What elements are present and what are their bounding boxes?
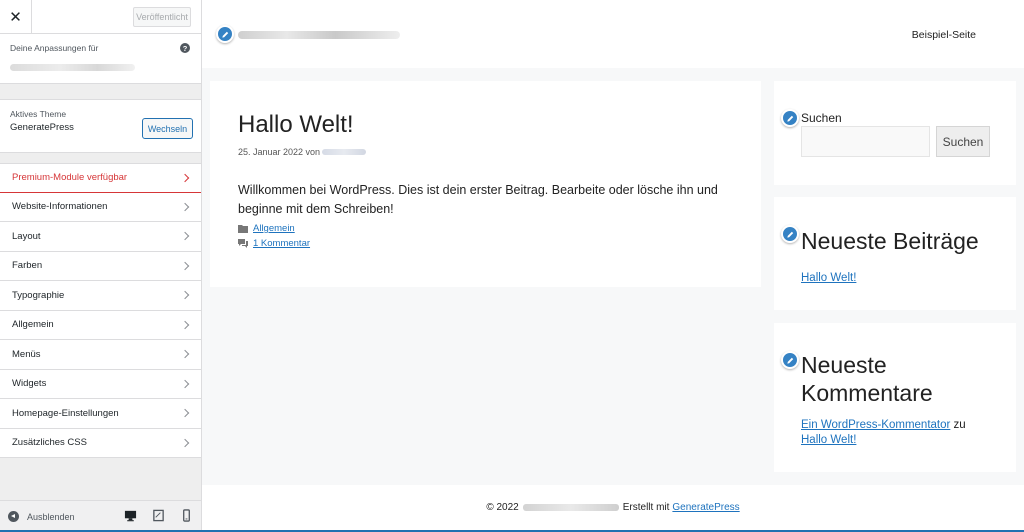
post-content: Willkommen bei WordPress. Dies ist dein …	[238, 183, 718, 216]
menu-item-site-identity[interactable]: Website-Informationen	[0, 192, 201, 222]
menu-item-additional-css[interactable]: Zusätzliches CSS	[0, 428, 201, 458]
post-comments: 1 Kommentar	[238, 238, 733, 249]
menu-item-label: Premium-Module verfügbar	[12, 172, 128, 184]
chevron-right-icon	[180, 379, 190, 388]
redacted-site-name	[522, 504, 619, 511]
nav-link-sample-page[interactable]: Beispiel-Seite	[912, 29, 976, 41]
desktop-preview-icon[interactable]	[117, 504, 143, 526]
menu-item-label: Widgets	[12, 378, 47, 390]
menu-item-layout[interactable]: Layout	[0, 222, 201, 252]
site-preview: Beispiel-Seite Hallo Welt! 25. Januar 20…	[202, 0, 1024, 532]
menu-item-menus[interactable]: Menüs	[0, 340, 201, 370]
menu-item-label: Farben	[12, 260, 43, 272]
comment-author-link[interactable]: Ein WordPress-Kommentator	[801, 419, 950, 431]
menu-item-label: Menüs	[12, 348, 41, 360]
chevron-right-icon	[180, 438, 190, 447]
collapse-button[interactable]: Ausblenden	[27, 512, 75, 522]
menu-item-typography[interactable]: Typographie	[0, 281, 201, 311]
menu-item-general[interactable]: Allgemein	[0, 310, 201, 340]
redacted-author	[322, 149, 367, 155]
switch-theme-button[interactable]: Wechseln	[142, 118, 193, 139]
customizer-sidebar: ✕ Veröffentlicht Deine Anpassungen für ?…	[0, 0, 202, 532]
menu-item-label: Typographie	[12, 289, 65, 301]
recent-posts-title: Neueste Beiträge	[801, 228, 979, 254]
category-link[interactable]: Allgemein	[253, 223, 295, 234]
copyright-text: © 2022	[486, 502, 519, 513]
chevron-right-icon	[180, 173, 190, 182]
comment-post-link[interactable]: Hallo Welt!	[801, 434, 856, 446]
edit-site-title-icon[interactable]	[216, 25, 234, 43]
publish-button[interactable]: Veröffentlicht	[133, 7, 191, 27]
menu-item-colors[interactable]: Farben	[0, 251, 201, 281]
post-meta: 25. Januar 2022 von	[238, 147, 733, 157]
menu-item-label: Zusätzliches CSS	[12, 437, 87, 449]
post-title[interactable]: Hallo Welt!	[238, 111, 733, 139]
customizing-info: Deine Anpassungen für ?	[0, 34, 201, 84]
site-header: Beispiel-Seite	[202, 0, 1024, 68]
recent-posts-widget: Neueste Beiträge Hallo Welt!	[774, 197, 1016, 310]
edit-widget-icon[interactable]	[781, 351, 799, 369]
redacted-site-title	[238, 31, 400, 39]
redacted-site-name	[10, 64, 135, 71]
search-label: Suchen	[801, 111, 842, 125]
edit-widget-icon[interactable]	[781, 109, 799, 127]
search-button[interactable]: Suchen	[936, 126, 990, 157]
menu-item-widgets[interactable]: Widgets	[0, 369, 201, 399]
chevron-right-icon	[180, 320, 190, 329]
menu-item-label: Allgemein	[12, 319, 54, 331]
active-theme-section: Aktives Theme GeneratePress Wechseln	[0, 99, 201, 153]
chevron-right-icon	[180, 261, 190, 270]
customizer-header: ✕ Veröffentlicht	[0, 0, 201, 34]
post-article: Hallo Welt! 25. Januar 2022 von Willkomm…	[210, 81, 761, 287]
customizing-label: Deine Anpassungen für	[10, 43, 99, 53]
comment-connector: zu	[953, 419, 966, 431]
menu-item-label: Layout	[12, 230, 41, 242]
menu-item-homepage-settings[interactable]: Homepage-Einstellungen	[0, 399, 201, 429]
comments-link[interactable]: 1 Kommentar	[253, 238, 310, 249]
close-button[interactable]: ✕	[0, 0, 32, 33]
chevron-right-icon	[180, 202, 190, 211]
recent-post-link[interactable]: Hallo Welt!	[801, 272, 989, 284]
menu-item-premium-modules[interactable]: Premium-Module verfügbar	[0, 163, 201, 193]
post-date: 25. Januar 2022 von	[238, 147, 321, 157]
menu-item-label: Homepage-Einstellungen	[12, 407, 119, 419]
chevron-right-icon	[180, 232, 190, 241]
search-widget: Suchen Suchen	[774, 81, 1016, 185]
built-with-text: Erstellt mit	[622, 502, 670, 513]
tablet-preview-icon[interactable]	[145, 504, 171, 526]
chevron-right-icon	[180, 291, 190, 300]
recent-comments-widget: Neueste Kommentare Ein WordPress-Komment…	[774, 323, 1016, 472]
edit-widget-icon[interactable]	[781, 225, 799, 243]
chevron-right-icon	[180, 409, 190, 418]
recent-comments-title: Neueste Kommentare	[801, 352, 933, 406]
folder-icon	[238, 225, 248, 233]
post-category: Allgemein	[238, 223, 733, 234]
site-footer: © 2022 Erstellt mit GeneratePress	[202, 485, 1024, 530]
comments-icon	[238, 239, 248, 248]
customizer-footer: Ausblenden	[0, 500, 201, 532]
recent-comment-item: Ein WordPress-Kommentator zu Hallo Welt!	[801, 418, 989, 448]
mobile-preview-icon[interactable]	[173, 504, 199, 526]
chevron-right-icon	[180, 350, 190, 359]
menu-item-label: Website-Informationen	[12, 201, 108, 213]
theme-link[interactable]: GeneratePress	[672, 502, 739, 513]
search-input[interactable]	[801, 126, 930, 157]
help-icon[interactable]: ?	[180, 43, 190, 53]
customizer-menu: Premium-Module verfügbar Website-Informa…	[0, 163, 201, 458]
collapse-icon[interactable]	[8, 511, 19, 522]
